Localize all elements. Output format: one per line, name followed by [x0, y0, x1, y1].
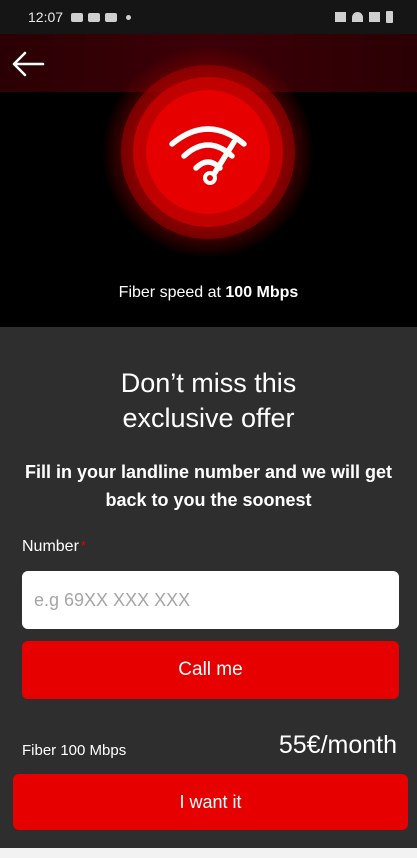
plan-price: 55€/month: [278, 731, 397, 759]
plan-name: Fiber 100 Mbps: [22, 742, 127, 759]
system-icons: [335, 11, 393, 23]
speed-caption: Fiber speed at 100 Mbps: [0, 284, 417, 302]
offer-title: Don’t miss this exclusive offer: [0, 366, 417, 436]
hero-banner: Fiber speed at 100 Mbps: [0, 34, 417, 327]
cell-signal-icon: [369, 12, 380, 22]
wifi-speedometer-icon: [169, 126, 247, 185]
i-want-it-button[interactable]: I want it: [13, 774, 408, 830]
number-field-label: Number *: [22, 538, 86, 556]
offer-subtitle: Fill in your landline number and we will…: [24, 462, 393, 510]
notification-icon: [71, 12, 84, 22]
notification-icon: [88, 12, 101, 22]
bottom-edge: [0, 848, 417, 858]
back-button[interactable]: [8, 44, 48, 84]
required-indicator: *: [80, 538, 86, 553]
arrow-left-icon: [12, 51, 45, 77]
notification-icons: [71, 12, 132, 22]
landline-number-input[interactable]: [22, 571, 399, 629]
battery-icon: [386, 11, 393, 23]
wifi-signal-icon: [352, 12, 363, 22]
notification-icon: [105, 12, 118, 22]
offer-title-line2: exclusive offer: [122, 403, 295, 433]
status-time: 12:07: [28, 9, 64, 25]
status-bar: 12:07: [0, 0, 417, 34]
speed-caption-value: 100 Mbps: [225, 284, 299, 301]
speed-circle: [146, 90, 270, 214]
offer-title-line1: Don’t miss this: [120, 368, 297, 398]
call-me-button[interactable]: Call me: [22, 641, 399, 699]
mute-icon: [335, 12, 346, 22]
speed-caption-prefix: Fiber speed at: [118, 284, 226, 301]
more-notifications-icon: [126, 14, 132, 20]
number-label-text: Number: [22, 538, 79, 555]
